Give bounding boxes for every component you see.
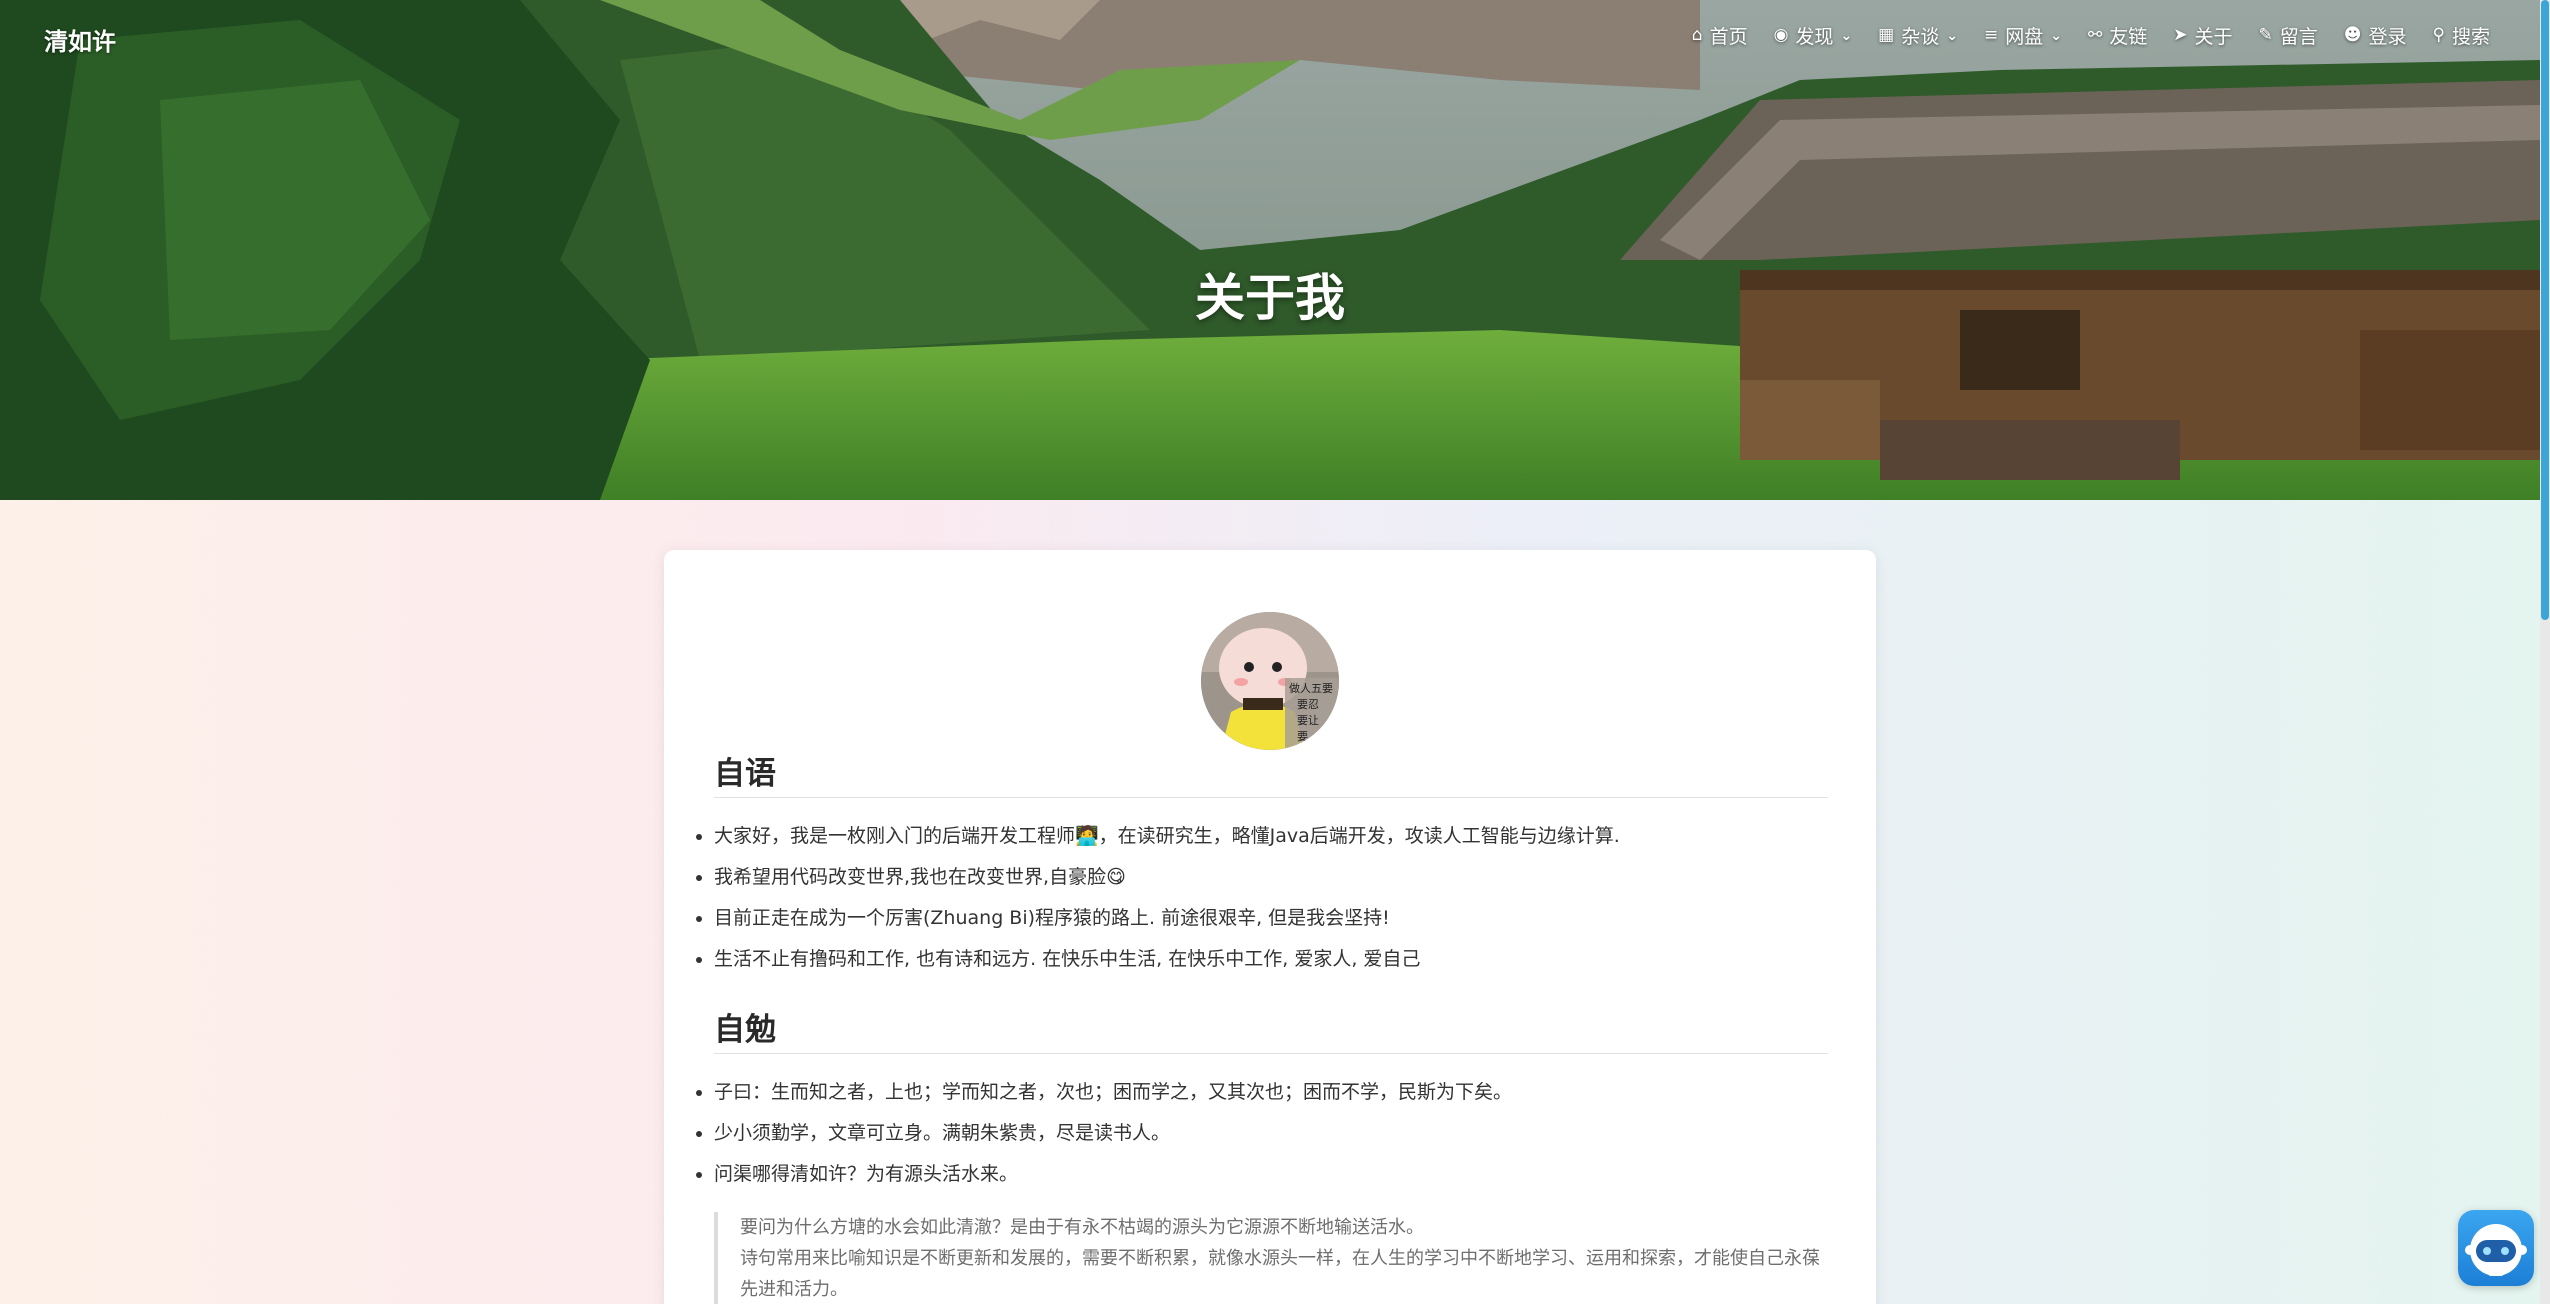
quote-line: 要问为什么方塘的水会如此清澈？是由于有永不枯竭的源头为它源源不断地输送活水。 <box>740 1217 1424 1238</box>
top-navigation: ⌂ 首页 ◉ 发现 ⌄ ▦ 杂谈 ⌄ ≡ 网盘 ⌄ ⚯ 友链 ➤ 关于 ✎ 留言 ☻ 登录 ⚲ 搜索 <box>1692 22 2490 49</box>
section-list: 大家好，我是一枚刚入门的后端开发工程师🧑‍💻，在读研究生，略懂Java后端开发，… <box>696 816 1828 980</box>
nav-item-user[interactable]: ☻ 登录 <box>2344 22 2407 49</box>
avatar-cartoon-monk-image: 做人五要 要忍 要让 要 <box>1201 612 1339 750</box>
chevron-down-icon: ⌄ <box>2050 27 2062 44</box>
page-scrollbar[interactable] <box>2540 0 2550 1304</box>
list-icon: ≡ <box>1983 25 1999 45</box>
nav-item-link[interactable]: ⚯ 友链 <box>2088 22 2147 49</box>
nav-label: 登录 <box>2368 26 2407 48</box>
nav-label: 留言 <box>2279 26 2318 48</box>
robot-icon <box>2465 1224 2527 1276</box>
compass-icon: ◉ <box>1773 25 1789 45</box>
search-icon: ⚲ <box>2432 25 2445 45</box>
link-icon: ⚯ <box>2087 25 2103 45</box>
nav-item-paper-plane[interactable]: ➤ 关于 <box>2173 22 2232 49</box>
chevron-down-icon: ⌄ <box>1840 27 1853 44</box>
nav-item-list[interactable]: ≡ 网盘 ⌄ <box>1984 22 2062 49</box>
section-divider <box>714 1053 1828 1054</box>
list-item: 少小须勤学，文章可立身。满朝朱紫贵，尽是读书人。 <box>696 1113 1828 1154</box>
list-item: 问渠哪得清如许？为有源头活水来。 <box>696 1154 1828 1195</box>
list-item: 子曰：生而知之者，上也；学而知之者，次也；困而学之，又其次也；困而不学，民斯为下… <box>696 1072 1828 1113</box>
list-item: 大家好，我是一枚刚入门的后端开发工程师🧑‍💻，在读研究生，略懂Java后端开发，… <box>696 816 1828 857</box>
hero-landscape-image <box>0 0 2540 500</box>
nav-item-search[interactable]: ⚲ 搜索 <box>2433 22 2490 49</box>
grid-icon: ▦ <box>1878 25 1895 45</box>
avatar-caption-line: 要忍 <box>1297 698 1319 711</box>
nav-label: 网盘 <box>2005 26 2044 48</box>
list-item: 目前正走在成为一个厉害(Zhuang Bi)程序猿的路上. 前途很艰辛, 但是我… <box>696 898 1828 939</box>
hero-banner: 清如许 ⌂ 首页 ◉ 发现 ⌄ ▦ 杂谈 ⌄ ≡ 网盘 ⌄ ⚯ 友链 ➤ 关于 ✎ 留言 ☻ 登录 ⚲ 搜索 关于我 <box>0 0 2540 500</box>
avatar-caption-line: 做人五要 <box>1289 681 1333 695</box>
chevron-down-icon: ⌄ <box>1946 27 1958 44</box>
nav-item-compass[interactable]: ◉ 发现 ⌄ <box>1774 22 1853 49</box>
nav-label: 发现 <box>1795 26 1834 48</box>
home-icon: ⌂ <box>1691 25 1703 45</box>
nav-label: 首页 <box>1709 26 1748 48</box>
comment-icon: ✎ <box>2258 25 2273 45</box>
section-title: 自勉 <box>714 1012 776 1048</box>
nav-label: 关于 <box>2194 26 2233 48</box>
avatar-caption-line: 要 <box>1297 730 1308 743</box>
list-item: 我希望用代码改变世界,我也在改变世界,自豪脸😋 <box>696 857 1828 898</box>
section-list: 子曰：生而知之者，上也；学而知之者，次也；困而学之，又其次也；困而不学，民斯为下… <box>696 1072 1828 1195</box>
about-card: 做人五要 要忍 要让 要 自语 大家好，我是一枚刚入门的后端开发工程师🧑‍💻，在… <box>664 550 1876 1304</box>
paper-plane-icon: ➤ <box>2173 25 2188 45</box>
chat-robot-button[interactable] <box>2458 1210 2534 1286</box>
nav-item-home[interactable]: ⌂ 首页 <box>1692 22 1748 49</box>
nav-item-grid[interactable]: ▦ 杂谈 ⌄ <box>1878 22 1958 49</box>
avatar-caption-line: 要让 <box>1297 714 1319 727</box>
section-title: 自语 <box>714 756 776 792</box>
quote-line: 诗句常用来比喻知识是不断更新和发展的，需要不断积累，就像水源头一样，在人生的学习… <box>740 1248 1820 1300</box>
site-brand-logo[interactable]: 清如许 <box>44 22 116 57</box>
nav-label: 友链 <box>2109 26 2148 48</box>
scrollbar-thumb[interactable] <box>2541 0 2549 620</box>
page-title: 关于我 <box>1195 269 1345 327</box>
blockquote: 要问为什么方塘的水会如此清澈？是由于有永不枯竭的源头为它源源不断地输送活水。 诗… <box>714 1212 1828 1304</box>
list-item: 生活不止有撸码和工作, 也有诗和远方. 在快乐中生活, 在快乐中工作, 爱家人,… <box>696 939 1828 980</box>
nav-label: 搜索 <box>2451 26 2490 48</box>
avatar: 做人五要 要忍 要让 要 <box>1201 612 1339 750</box>
nav-item-comment[interactable]: ✎ 留言 <box>2259 22 2318 49</box>
nav-label: 杂谈 <box>1901 26 1940 48</box>
user-icon: ☻ <box>2343 25 2362 45</box>
section-divider <box>714 797 1828 798</box>
